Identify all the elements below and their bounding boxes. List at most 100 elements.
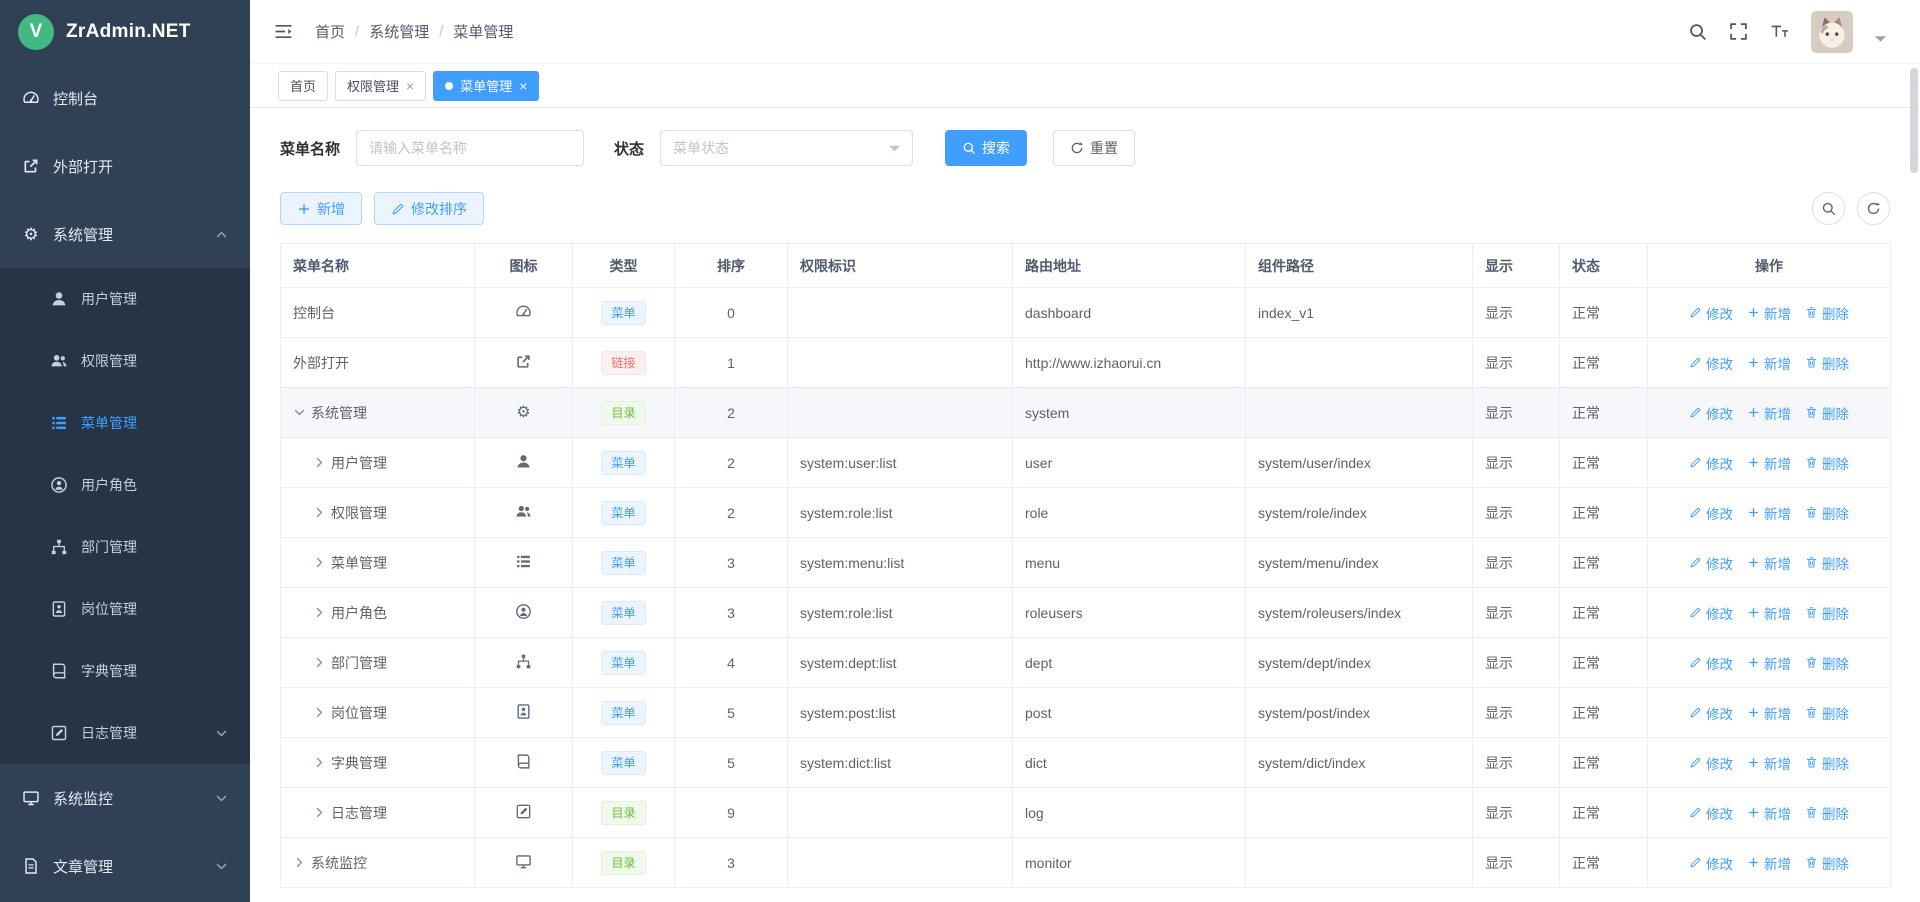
caret-down-icon[interactable] — [1875, 35, 1886, 43]
visible-value: 显示 — [1485, 405, 1513, 421]
sidebar-item-1[interactable]: 外部打开 — [0, 132, 250, 200]
add-button[interactable]: 新增 — [280, 192, 362, 225]
sidebar-item-4[interactable]: 权限管理 — [0, 330, 250, 392]
add-link[interactable]: 新增 — [1747, 453, 1791, 473]
add-link[interactable]: 新增 — [1747, 553, 1791, 573]
delete-link[interactable]: 删除 — [1805, 653, 1849, 673]
delete-link[interactable]: 删除 — [1805, 803, 1849, 823]
breadcrumb-home[interactable]: 首页 — [315, 21, 345, 42]
add-link[interactable]: 新增 — [1747, 353, 1791, 373]
sidebar-item-11[interactable]: 系统监控 — [0, 764, 250, 832]
chevron-right-icon[interactable] — [313, 806, 326, 819]
sidebar-item-2[interactable]: ⚙系统管理 — [0, 200, 250, 268]
add-link[interactable]: 新增 — [1747, 303, 1791, 323]
chevron-right-icon[interactable] — [313, 456, 326, 469]
delete-link[interactable]: 删除 — [1805, 753, 1849, 773]
tab-2[interactable]: 菜单管理× — [433, 71, 539, 101]
delete-link[interactable]: 删除 — [1805, 353, 1849, 373]
chevron-right-icon[interactable] — [313, 606, 326, 619]
delete-link[interactable]: 删除 — [1805, 853, 1849, 873]
search-icon[interactable] — [1688, 22, 1707, 41]
add-link[interactable]: 新增 — [1747, 653, 1791, 673]
column-header-icon: 图标 — [475, 244, 573, 288]
edit-link[interactable]: 修改 — [1689, 703, 1733, 723]
route-value: log — [1025, 805, 1044, 821]
add-link[interactable]: 新增 — [1747, 603, 1791, 623]
logo[interactable]: V ZrAdmin.NET — [0, 0, 250, 64]
delete-link[interactable]: 删除 — [1805, 453, 1849, 473]
delete-link-label: 删除 — [1822, 503, 1849, 523]
table-search-button[interactable] — [1812, 192, 1845, 225]
chevron-right-icon[interactable] — [313, 506, 326, 519]
sidebar-item-10[interactable]: 日志管理 — [0, 702, 250, 764]
chevron-right-icon[interactable] — [313, 656, 326, 669]
sidebar-item-5[interactable]: 菜单管理 — [0, 392, 250, 454]
edit-link[interactable]: 修改 — [1689, 753, 1733, 773]
chevron-right-icon[interactable] — [293, 856, 306, 869]
add-link[interactable]: 新增 — [1747, 853, 1791, 873]
avatar[interactable] — [1811, 11, 1853, 53]
close-icon[interactable]: × — [519, 79, 527, 93]
table-row: 外部打开链接1http://www.izhaorui.cn显示正常修改新增删除 — [281, 338, 1891, 388]
sidebar-item-12[interactable]: 文章管理 — [0, 832, 250, 900]
user-icon — [515, 453, 532, 470]
edit-link[interactable]: 修改 — [1689, 353, 1733, 373]
add-link[interactable]: 新增 — [1747, 753, 1791, 773]
table-refresh-button[interactable] — [1857, 192, 1890, 225]
edit-link[interactable]: 修改 — [1689, 453, 1733, 473]
fullscreen-icon[interactable] — [1729, 22, 1748, 41]
sidebar-item-label: 用户管理 — [81, 289, 137, 309]
edit-link[interactable]: 修改 — [1689, 303, 1733, 323]
route-value: role — [1025, 505, 1048, 521]
close-icon[interactable]: × — [406, 79, 414, 93]
gear-icon: ⚙ — [515, 404, 532, 421]
edit-link[interactable]: 修改 — [1689, 553, 1733, 573]
edit-link[interactable]: 修改 — [1689, 653, 1733, 673]
tab-1[interactable]: 权限管理× — [335, 71, 426, 101]
edit-link-label: 修改 — [1706, 803, 1733, 823]
edit-link[interactable]: 修改 — [1689, 803, 1733, 823]
comp-value: system/dict/index — [1258, 755, 1365, 771]
log-icon — [515, 803, 532, 820]
chevron-right-icon[interactable] — [313, 756, 326, 769]
sidebar-item-label: 控制台 — [53, 88, 98, 109]
route-value: dashboard — [1025, 305, 1091, 321]
hamburger-icon[interactable] — [274, 22, 293, 41]
delete-link[interactable]: 删除 — [1805, 503, 1849, 523]
scrollbar-thumb[interactable] — [1910, 68, 1918, 173]
delete-link[interactable]: 删除 — [1805, 603, 1849, 623]
add-link[interactable]: 新增 — [1747, 703, 1791, 723]
chevron-right-icon[interactable] — [313, 556, 326, 569]
add-link[interactable]: 新增 — [1747, 403, 1791, 423]
edit-link[interactable]: 修改 — [1689, 853, 1733, 873]
menu-name-input[interactable] — [356, 130, 584, 166]
comp-value: index_v1 — [1258, 305, 1314, 321]
status-select[interactable]: 菜单状态 — [660, 130, 913, 166]
fontsize-icon[interactable] — [1770, 22, 1789, 41]
sidebar-item-0[interactable]: 控制台 — [0, 64, 250, 132]
breadcrumb-system[interactable]: 系统管理 — [369, 21, 429, 42]
edit-link[interactable]: 修改 — [1689, 503, 1733, 523]
edit-link[interactable]: 修改 — [1689, 403, 1733, 423]
reset-button[interactable]: 重置 — [1053, 130, 1135, 166]
delete-link[interactable]: 删除 — [1805, 553, 1849, 573]
search-button[interactable]: 搜索 — [945, 130, 1027, 166]
add-link[interactable]: 新增 — [1747, 503, 1791, 523]
add-link[interactable]: 新增 — [1747, 803, 1791, 823]
vertical-scrollbar[interactable] — [1910, 66, 1918, 898]
chevron-right-icon[interactable] — [313, 706, 326, 719]
sidebar-item-9[interactable]: 字典管理 — [0, 640, 250, 702]
sidebar-item-7[interactable]: 部门管理 — [0, 516, 250, 578]
delete-link[interactable]: 删除 — [1805, 403, 1849, 423]
table-row: 系统监控目录3monitor显示正常修改新增删除 — [281, 838, 1891, 888]
visible-value: 显示 — [1485, 705, 1513, 721]
delete-link[interactable]: 删除 — [1805, 703, 1849, 723]
edit-link[interactable]: 修改 — [1689, 603, 1733, 623]
chevron-down-icon[interactable] — [293, 406, 306, 419]
sidebar-item-3[interactable]: 用户管理 — [0, 268, 250, 330]
sort-button[interactable]: 修改排序 — [374, 192, 484, 225]
sidebar-item-6[interactable]: 用户角色 — [0, 454, 250, 516]
delete-link[interactable]: 删除 — [1805, 303, 1849, 323]
sidebar-item-8[interactable]: 岗位管理 — [0, 578, 250, 640]
tab-0[interactable]: 首页 — [278, 71, 328, 101]
